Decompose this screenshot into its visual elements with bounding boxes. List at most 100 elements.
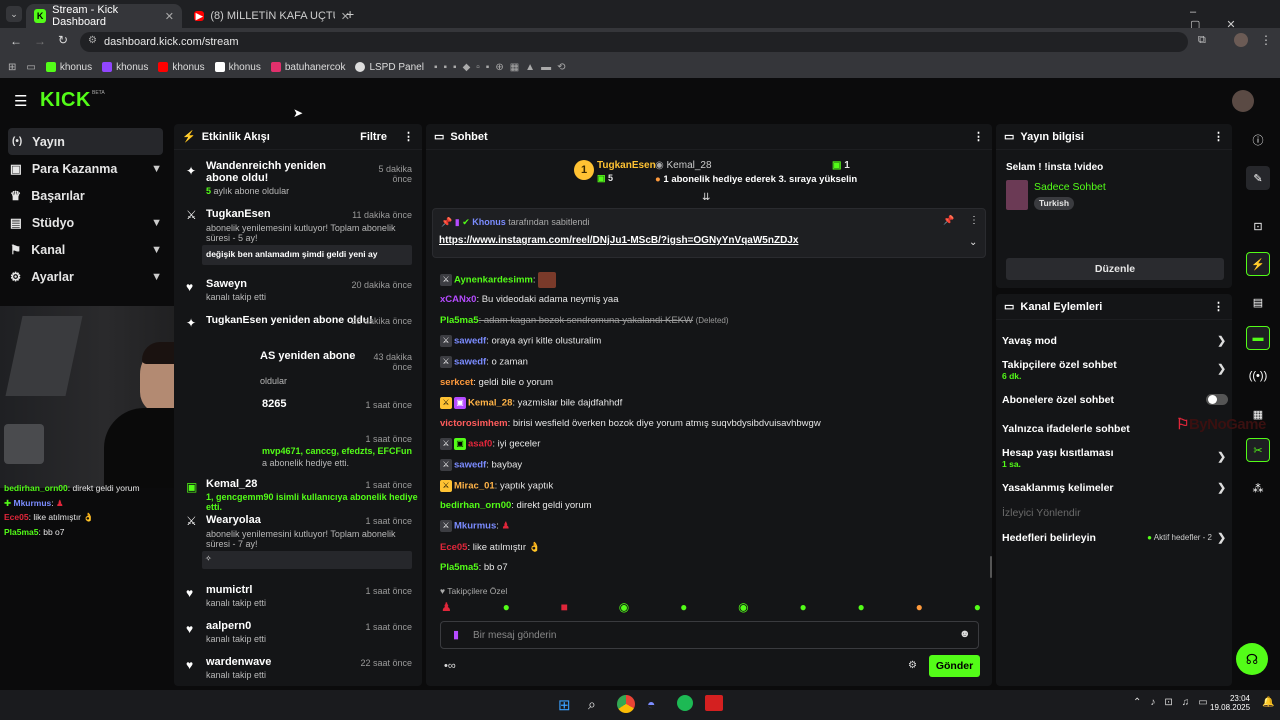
support-icon[interactable]: ☊ bbox=[1236, 643, 1268, 675]
emoji-icon[interactable]: ☻ bbox=[959, 628, 971, 640]
emote-icon[interactable]: ♟ bbox=[441, 600, 452, 614]
chat-message[interactable]: ⚔ Mirac_01: yaptık yaptık bbox=[440, 480, 553, 492]
pin-icon[interactable]: 📌 bbox=[943, 215, 954, 226]
activity-event[interactable]: ♥ Saweyn kanalı takip etti 20 dakika önc… bbox=[174, 278, 422, 306]
help-icon[interactable]: ⓘ bbox=[1246, 128, 1270, 152]
gifter-entry[interactable]: ◉ Kemal_28 bbox=[655, 160, 712, 171]
more-options-icon[interactable]: ⋮ bbox=[969, 215, 979, 226]
new-tab-icon[interactable]: + bbox=[346, 6, 354, 22]
emote-icon[interactable]: ● bbox=[974, 600, 981, 614]
chat-message[interactable]: ⚔ Mkurmus: ♟ bbox=[440, 520, 510, 532]
app-icon[interactable] bbox=[705, 695, 723, 711]
chat-scrollbar[interactable] bbox=[990, 556, 992, 578]
chat-message[interactable]: ⚔ sawedf: oraya ayri kitle olusturalim bbox=[440, 335, 601, 347]
emote-icon[interactable]: ● bbox=[858, 600, 865, 614]
chat-message[interactable]: ⚔ ▣ Kemal_28: yazmislar bile dajdfahhdf bbox=[440, 397, 622, 409]
chat-message[interactable]: ⚔ sawedf: o zaman bbox=[440, 356, 528, 368]
kick-logo[interactable]: KICK bbox=[40, 89, 91, 112]
emote-icon[interactable]: ◉ bbox=[738, 600, 748, 614]
sidebar-item-para-kazanma[interactable]: ▣ Para Kazanma ▼ bbox=[0, 155, 170, 182]
chat-message[interactable]: Pla5ma5: bb o7 bbox=[440, 562, 508, 573]
user-avatar[interactable] bbox=[1232, 90, 1254, 112]
wrench-icon[interactable]: ✂ bbox=[1246, 438, 1270, 462]
top-gifter-name[interactable]: TugkanEsen bbox=[597, 160, 656, 171]
menu-icon[interactable]: ⋮ bbox=[1260, 33, 1272, 47]
action-slow-mode[interactable]: Yavaş mod ❯ bbox=[1002, 335, 1228, 347]
more-options-icon[interactable]: ⋮ bbox=[973, 130, 984, 143]
system-tray-icons[interactable]: ⌃♪⊡♫▭ bbox=[1133, 697, 1217, 708]
emote-icon[interactable]: ● bbox=[680, 600, 687, 614]
chat-message[interactable]: Ece05: like atılmıştır 👌 bbox=[440, 542, 541, 553]
clock[interactable]: 23:04 19.08.2025 bbox=[1210, 694, 1250, 712]
action-followers-only[interactable]: Takipçilere özel sohbet 6 dk. ❯ bbox=[1002, 359, 1228, 381]
send-button[interactable]: Gönder bbox=[929, 655, 980, 677]
bookmark-item[interactable]: khonus bbox=[158, 62, 205, 73]
action-account-age[interactable]: Hesap yaşı kısıtlaması 1 sa. ❯ bbox=[1002, 447, 1228, 469]
tab-youtube[interactable]: ▶ (8) MİLLETİN KAFA UÇTU 5Srid... ✕ bbox=[186, 4, 358, 28]
bookmark-item[interactable]: khonus bbox=[45, 62, 92, 73]
action-goals[interactable]: Hedefleri belirleyin ● Aktif hedefler - 2… bbox=[1002, 532, 1228, 544]
reload-icon[interactable]: ↻ bbox=[58, 33, 68, 47]
points-icon[interactable]: ⁂ bbox=[1246, 476, 1270, 500]
bookmark-item[interactable]: batuhanercok bbox=[270, 62, 345, 73]
folder-icon[interactable]: ▭ bbox=[26, 62, 35, 73]
profile-avatar[interactable] bbox=[1234, 33, 1248, 47]
sidebar-item-yayin[interactable]: (•) Yayın bbox=[8, 128, 163, 155]
forward-icon[interactable]: → bbox=[34, 34, 46, 48]
emote-icon[interactable]: ● bbox=[799, 600, 806, 614]
edit-button[interactable]: Düzenle bbox=[1006, 258, 1224, 280]
category-name[interactable]: Sadece Sohbet bbox=[1034, 181, 1106, 193]
bookmark-item[interactable]: LSPD Panel bbox=[355, 62, 424, 73]
chevron-down-icon[interactable]: ⌄ bbox=[969, 237, 977, 248]
extensions-icon[interactable]: ⧉ bbox=[1198, 34, 1206, 47]
bookmark-item[interactable]: khonus bbox=[102, 62, 148, 73]
emote-icon[interactable]: ● bbox=[916, 600, 923, 614]
document-icon[interactable]: ▤ bbox=[1246, 290, 1270, 314]
bookmark-item[interactable]: khonus bbox=[214, 62, 261, 73]
chrome-icon[interactable] bbox=[617, 695, 635, 713]
close-icon[interactable]: ✕ bbox=[165, 10, 174, 23]
chat-message[interactable]: xCANx0: Bu videodaki adama neymiş yaa bbox=[440, 294, 619, 305]
grid-icon[interactable]: ▦ bbox=[1246, 402, 1270, 426]
activity-event[interactable]: AS yeniden abone oldular 43 dakika önce bbox=[174, 350, 422, 386]
emote-icon[interactable]: ● bbox=[503, 600, 510, 614]
activity-event[interactable]: 8265 1 saat önce bbox=[174, 398, 422, 418]
activity-event[interactable]: 1 saat önce mvp4671, canccg, efedzts, EF… bbox=[174, 434, 422, 468]
tab-search-icon[interactable]: ⌄ bbox=[6, 6, 22, 22]
emote-icon[interactable]: ◉ bbox=[619, 600, 629, 614]
chat-message[interactable]: serkcet: geldi bile o yorum bbox=[440, 377, 553, 388]
site-info-icon[interactable]: ⚙ bbox=[88, 35, 97, 46]
chat-message[interactable]: ⚔ ▣ asaf0: iyi geceler bbox=[440, 438, 540, 450]
collapse-icon[interactable]: ⇊ bbox=[702, 192, 710, 203]
points-icon[interactable]: •∞ bbox=[444, 660, 456, 672]
chat-message[interactable]: Pla5ma5: adam kagan bozok sendromuna yak… bbox=[440, 315, 729, 326]
hamburger-menu-icon[interactable]: ☰ bbox=[14, 92, 27, 110]
chat-message[interactable]: ⚔ Aynenkardesimm: bbox=[440, 272, 557, 288]
activity-event[interactable]: ▣ Kemal_28 1, gencgemm90 isimli kullanıc… bbox=[174, 478, 422, 512]
gear-icon[interactable]: ⚙ bbox=[908, 660, 917, 671]
activity-event[interactable]: ⚔ Wearyolaa abonelik yenilemesini kutluy… bbox=[174, 514, 422, 574]
pencil-icon[interactable]: ✎ bbox=[1246, 166, 1270, 190]
chat-message[interactable]: victorosimhem: birisi wesfield överken b… bbox=[440, 418, 821, 429]
sidebar-item-studyo[interactable]: ▤ Stüdyo ▼ bbox=[0, 209, 170, 236]
sidebar-item-basarilar[interactable]: ♛ Başarılar bbox=[0, 182, 170, 209]
chat-bubble-icon[interactable]: ▬ bbox=[1246, 326, 1270, 350]
activity-event[interactable]: ⚔ TugkanEsen abonelik yenilemesini kutlu… bbox=[174, 208, 422, 270]
more-options-icon[interactable]: ⋮ bbox=[1213, 130, 1224, 143]
more-options-icon[interactable]: ⋮ bbox=[1213, 300, 1224, 313]
sidebar-item-ayarlar[interactable]: ⚙ Ayarlar ▼ bbox=[0, 263, 170, 290]
notification-icon[interactable]: 🔔 bbox=[1262, 697, 1274, 708]
lightning-icon[interactable]: ⚡ bbox=[1246, 252, 1270, 276]
windows-start-icon[interactable]: ⊞ bbox=[558, 696, 571, 714]
chat-message[interactable]: ⚔ sawedf: baybay bbox=[440, 459, 522, 471]
apps-icon[interactable]: ⊞ bbox=[8, 62, 16, 73]
sidebar-item-kanal[interactable]: ⚑ Kanal ▼ bbox=[0, 236, 170, 263]
activity-event[interactable]: ♥ wardenwave kanalı takip etti 22 saat ö… bbox=[174, 656, 422, 684]
activity-event[interactable]: ♥ aalpern0 kanalı takip etti 1 saat önce bbox=[174, 620, 422, 648]
mic-icon[interactable]: ▮ bbox=[453, 628, 459, 641]
address-bar[interactable]: ⚙ dashboard.kick.com/stream bbox=[80, 32, 1188, 52]
action-banned-words[interactable]: Yasaklanmış kelimeler ❯ bbox=[1002, 482, 1228, 494]
search-icon[interactable]: ⌕ bbox=[588, 696, 596, 713]
discord-icon[interactable]: ◓ bbox=[647, 696, 655, 712]
pinned-link[interactable]: https://www.instagram.com/reel/DNjJu1-MS… bbox=[439, 235, 798, 246]
